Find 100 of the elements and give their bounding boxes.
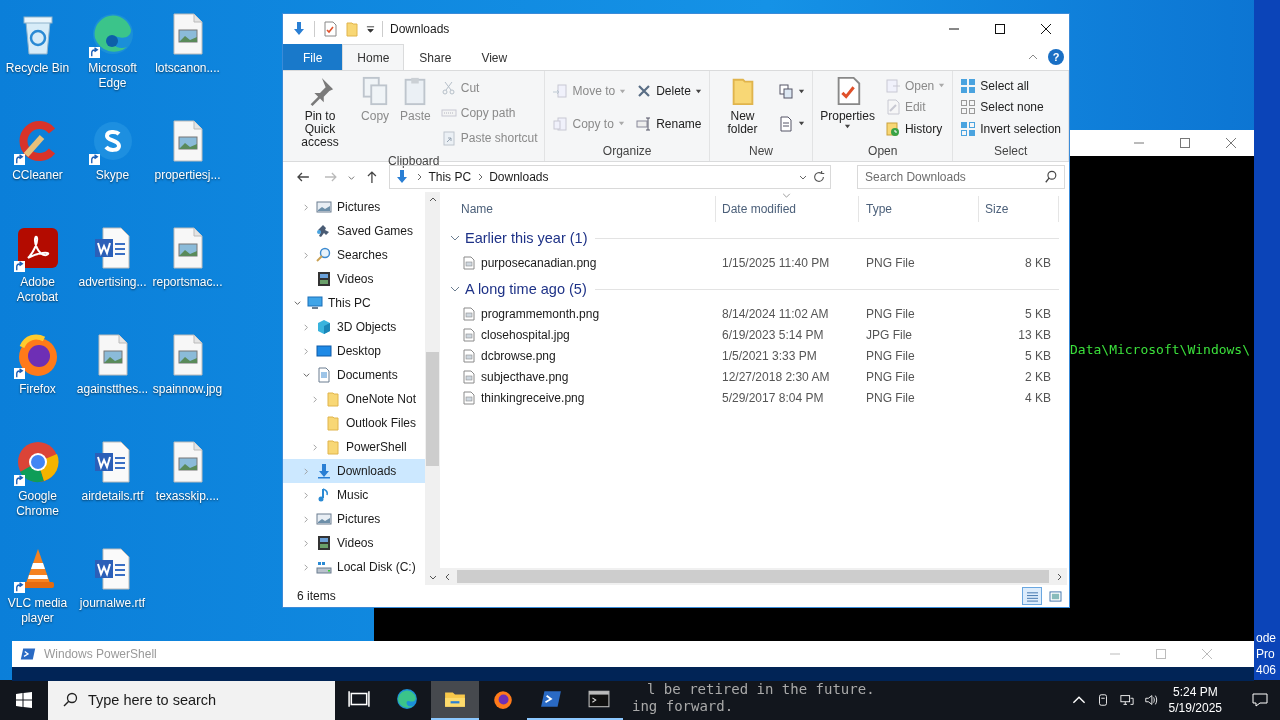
- ribbon-button[interactable]: Select none: [956, 98, 1065, 117]
- tree-item[interactable]: Videos: [283, 267, 425, 291]
- ribbon-button[interactable]: Properties: [816, 73, 879, 133]
- scrollbar[interactable]: [425, 192, 440, 585]
- group-header[interactable]: A long time ago (5): [465, 281, 587, 297]
- taskbar-button[interactable]: [431, 680, 479, 720]
- terminal-icon: [20, 646, 36, 662]
- ribbon-tab[interactable]: Home: [342, 44, 405, 70]
- tree-item[interactable]: This PC: [283, 291, 425, 315]
- ribbon-tab[interactable]: View: [466, 44, 523, 70]
- collapse-ribbon-icon[interactable]: [1028, 52, 1038, 62]
- dropdown-icon[interactable]: [799, 173, 808, 181]
- file-name[interactable]: dcbrowse.png: [481, 348, 556, 363]
- refresh-icon[interactable]: [812, 170, 827, 184]
- desktop-shortcut[interactable]: Google Chrome: [0, 434, 75, 519]
- tree-item[interactable]: OneNote Not: [283, 387, 425, 411]
- ribbon-button[interactable]: Rename: [632, 114, 706, 133]
- chevron-icon[interactable]: [415, 173, 424, 181]
- chevron-icon[interactable]: [293, 298, 302, 308]
- file-name[interactable]: closehospital.jpg: [481, 327, 570, 342]
- tree-item[interactable]: Videos: [283, 531, 425, 555]
- desktop-shortcut[interactable]: texasskip....: [150, 434, 225, 504]
- file-icon: [463, 369, 475, 384]
- column-header[interactable]: Size: [979, 196, 1059, 222]
- tree-item[interactable]: Music: [283, 483, 425, 507]
- notification-icon[interactable]: [1252, 692, 1268, 708]
- file-name[interactable]: thinkingreceive.png: [481, 390, 585, 405]
- tree-item[interactable]: Pictures: [283, 507, 425, 531]
- tree-item[interactable]: Local Disk (C:): [283, 555, 425, 579]
- ribbon-button[interactable]: Invert selection: [956, 120, 1065, 139]
- breadcrumb-item[interactable]: This PC: [428, 170, 472, 184]
- desktop-shortcut[interactable]: reportsmac...: [150, 220, 225, 290]
- file-name[interactable]: purposecanadian.png: [481, 255, 597, 270]
- tree-item[interactable]: Desktop: [283, 339, 425, 363]
- tree-item[interactable]: PowerShell: [283, 435, 425, 459]
- desktop-shortcut[interactable]: Adobe Acrobat: [0, 220, 75, 305]
- desktop-shortcut[interactable]: journalwe.rtf: [75, 541, 150, 611]
- group-toggle-icon[interactable]: [450, 284, 460, 294]
- desktop-shortcut[interactable]: airdetails.rtf: [75, 434, 150, 504]
- desktop-shortcut[interactable]: Microsoft Edge: [75, 6, 150, 91]
- table-cell-text: PNG File: [865, 369, 916, 384]
- desktop-shortcut[interactable]: lotscanon....: [150, 6, 225, 76]
- picture-icon: [316, 199, 332, 215]
- ribbon-button[interactable]: History: [880, 120, 950, 139]
- tree-item[interactable]: Searches: [283, 243, 425, 267]
- ribbon-button[interactable]: Select all: [956, 76, 1065, 95]
- desktop-shortcut[interactable]: againstthes...: [75, 327, 150, 397]
- tree-item[interactable]: Pictures: [283, 195, 425, 219]
- group-header[interactable]: Earlier this year (1): [465, 230, 588, 246]
- scrollbar[interactable]: [440, 568, 1067, 585]
- help-button[interactable]: ?: [1048, 49, 1064, 65]
- desktop-shortcut[interactable]: propertiesj...: [150, 113, 225, 183]
- tree-item[interactable]: Outlook Files: [283, 411, 425, 435]
- chevron-icon[interactable]: [476, 173, 485, 181]
- table-cell-text: 8/14/2024 11:02 AM: [721, 306, 830, 321]
- easy-access-icon: [778, 115, 795, 132]
- browser-icon: [492, 688, 514, 710]
- column-header[interactable]: Date modified: [716, 196, 859, 222]
- ribbon-button[interactable]: Pin to Quick access: [286, 73, 355, 152]
- clock[interactable]: 5:24 PM 5/19/2025: [1168, 684, 1222, 716]
- tree-item[interactable]: Saved Games: [283, 219, 425, 243]
- cube-icon: [316, 319, 332, 335]
- desktop-shortcut[interactable]: Recycle Bin: [0, 6, 75, 76]
- desktop-shortcut[interactable]: CCleaner: [0, 113, 75, 183]
- table-cell-text: PNG File: [865, 255, 916, 270]
- speaker-icon[interactable]: [1143, 693, 1158, 707]
- desktop-shortcut[interactable]: Skype: [75, 113, 150, 183]
- column-header[interactable]: Type: [859, 196, 979, 222]
- ribbon-button[interactable]: Delete: [632, 82, 706, 101]
- file-name[interactable]: programmemonth.png: [481, 306, 600, 321]
- download-arrow-icon[interactable]: [291, 21, 307, 37]
- table-cell-text: 2 KB: [1024, 369, 1052, 384]
- breadcrumb-item[interactable]: Downloads: [489, 170, 549, 184]
- desktop-shortcut[interactable]: Firefox: [0, 327, 75, 397]
- ribbon-tab[interactable]: Share: [404, 44, 467, 70]
- properties-icon[interactable]: [322, 21, 338, 37]
- details-view-button[interactable]: [1022, 587, 1042, 605]
- ribbon-group-label: Select: [992, 143, 1029, 160]
- chevron-icon[interactable]: [302, 370, 311, 380]
- desktop-shortcut[interactable]: spainnow.jpg: [150, 327, 225, 397]
- network-icon[interactable]: [1119, 693, 1134, 707]
- address-bar[interactable]: This PC Downloads: [389, 165, 832, 189]
- file-name[interactable]: subjecthave.png: [481, 369, 569, 384]
- column-header[interactable]: Name: [440, 196, 716, 222]
- tree-item[interactable]: Downloads: [283, 459, 425, 483]
- group-toggle-icon[interactable]: [450, 233, 460, 243]
- ribbon-button[interactable]: New folder: [712, 73, 773, 139]
- tree-item[interactable]: 3D Objects: [283, 315, 425, 339]
- desktop-shortcut[interactable]: advertising...: [75, 220, 150, 290]
- tree-item[interactable]: Documents: [283, 363, 425, 387]
- console-text: ing forward.: [632, 698, 734, 714]
- search-field[interactable]: Search Downloads: [857, 165, 1065, 189]
- scissors-icon: [440, 79, 457, 96]
- search-box[interactable]: Type here to search: [48, 680, 335, 720]
- caret-icon[interactable]: [366, 24, 375, 34]
- ribbon-tab[interactable]: File: [283, 44, 343, 70]
- copy-to-icon: [552, 115, 569, 132]
- desktop-shortcut[interactable]: VLC media player: [0, 541, 75, 626]
- close-icon: [1041, 24, 1051, 34]
- terminal-icon: [540, 688, 562, 710]
